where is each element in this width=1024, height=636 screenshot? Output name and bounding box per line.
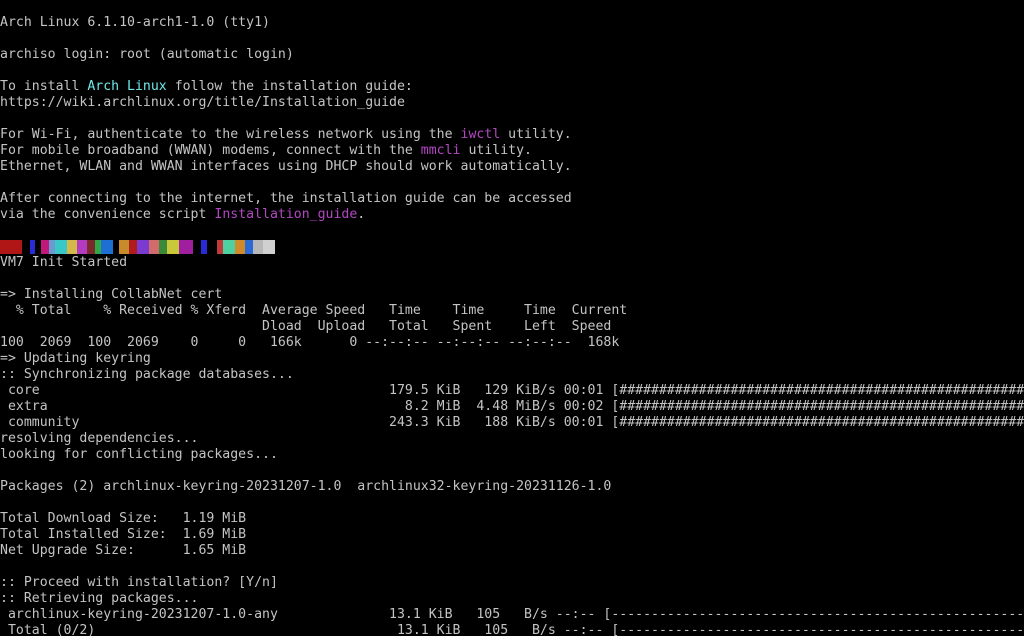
terminal-line: After connecting to the internet, the in…: [0, 191, 572, 206]
terminal-line: Packages (2) archlinux-keyring-20231207-…: [0, 479, 612, 494]
terminal-line: archiso login: root (automatic login): [0, 47, 294, 62]
highlighted-term: Arch Linux: [87, 79, 167, 94]
glitch-block: [223, 240, 235, 254]
glitch-block: [119, 240, 129, 254]
glitch-block: [149, 240, 159, 254]
line-segment: follow the installation guide:: [166, 79, 413, 94]
line-segment: utility.: [500, 127, 572, 142]
line-segment: For Wi-Fi, authenticate to the wireless …: [0, 127, 461, 142]
glitch-block: [193, 240, 201, 254]
highlighted-term: iwctl: [460, 127, 501, 142]
line-segment: via the convenience script: [0, 207, 215, 222]
line-segment: utility.: [460, 143, 532, 158]
terminal-line: via the convenience script Installation_…: [0, 207, 1024, 223]
terminal-line: :: Synchronizing package databases...: [0, 367, 294, 382]
terminal-line: 100 2069 100 2069 0 0 166k 0 --:--:-- --…: [0, 335, 620, 350]
terminal-line: looking for conflicting packages...: [0, 447, 278, 462]
glitch-block: [167, 240, 179, 254]
glitch-block: [245, 240, 253, 254]
terminal-screen[interactable]: Arch Linux 6.1.10-arch1-1.0 (tty1) archis…: [0, 15, 1024, 636]
glitch-block: [22, 240, 30, 254]
glitch-block: [253, 240, 263, 254]
line-segment: To install: [0, 79, 88, 94]
terminal-line: core 179.5 KiB 129 KiB/s 00:01 [########…: [0, 383, 1024, 398]
glitch-block: [159, 240, 167, 254]
terminal-line: https://wiki.archlinux.org/title/Install…: [0, 95, 405, 110]
glitch-block: [41, 240, 49, 254]
glitch-block: [55, 240, 67, 254]
terminal-line: :: Retrieving packages...: [0, 591, 199, 606]
terminal-line: For mobile broadband (WWAN) modems, conn…: [0, 143, 1024, 159]
highlighted-term: mmcli: [420, 143, 461, 158]
glitch-block: [207, 240, 217, 254]
glitch-block: [235, 240, 245, 254]
terminal-line: For Wi-Fi, authenticate to the wireless …: [0, 127, 1024, 143]
terminal-line: Dload Upload Total Spent Left Speed: [0, 319, 612, 334]
terminal-line: Total (0/2) 13.1 KiB 105 B/s --:-- [----…: [0, 623, 1024, 636]
line-segment: .: [357, 207, 366, 222]
glitch-block: [77, 240, 87, 254]
corrupted-output-line: [0, 239, 1024, 255]
glitch-block: [0, 240, 22, 254]
terminal-line: Total Download Size: 1.19 MiB: [0, 511, 247, 526]
terminal-line: Ethernet, WLAN and WWAN interfaces using…: [0, 159, 572, 174]
terminal-line: community 243.3 KiB 188 KiB/s 00:01 [###…: [0, 415, 1024, 430]
terminal-line: Net Upgrade Size: 1.65 MiB: [0, 543, 247, 558]
terminal-line: Total Installed Size: 1.69 MiB: [0, 527, 247, 542]
glitch-block: [137, 240, 149, 254]
terminal-line: => Installing CollabNet cert: [0, 287, 223, 302]
highlighted-term: Installation_guide: [214, 207, 358, 222]
terminal-line: :: Proceed with installation? [Y/n]: [0, 575, 278, 590]
terminal-line: extra 8.2 MiB 4.48 MiB/s 00:02 [########…: [0, 399, 1024, 414]
glitch-block: [101, 240, 113, 254]
glitch-block: [87, 240, 95, 254]
glitch-block: [263, 240, 275, 254]
terminal-line: Arch Linux 6.1.10-arch1-1.0 (tty1): [0, 15, 270, 30]
terminal-line: => Updating keyring: [0, 351, 151, 366]
terminal-line: archlinux-keyring-20231207-1.0-any 13.1 …: [0, 607, 1024, 622]
line-segment: For mobile broadband (WWAN) modems, conn…: [0, 143, 421, 158]
glitch-block: [129, 240, 137, 254]
glitch-block: [67, 240, 77, 254]
glitch-block: [179, 240, 193, 254]
terminal-line: % Total % Received % Xferd Average Speed…: [0, 303, 628, 318]
terminal-line: resolving dependencies...: [0, 431, 199, 446]
terminal-line: To install Arch Linux follow the install…: [0, 79, 1024, 95]
terminal-line: VM7 Init Started: [0, 255, 128, 270]
